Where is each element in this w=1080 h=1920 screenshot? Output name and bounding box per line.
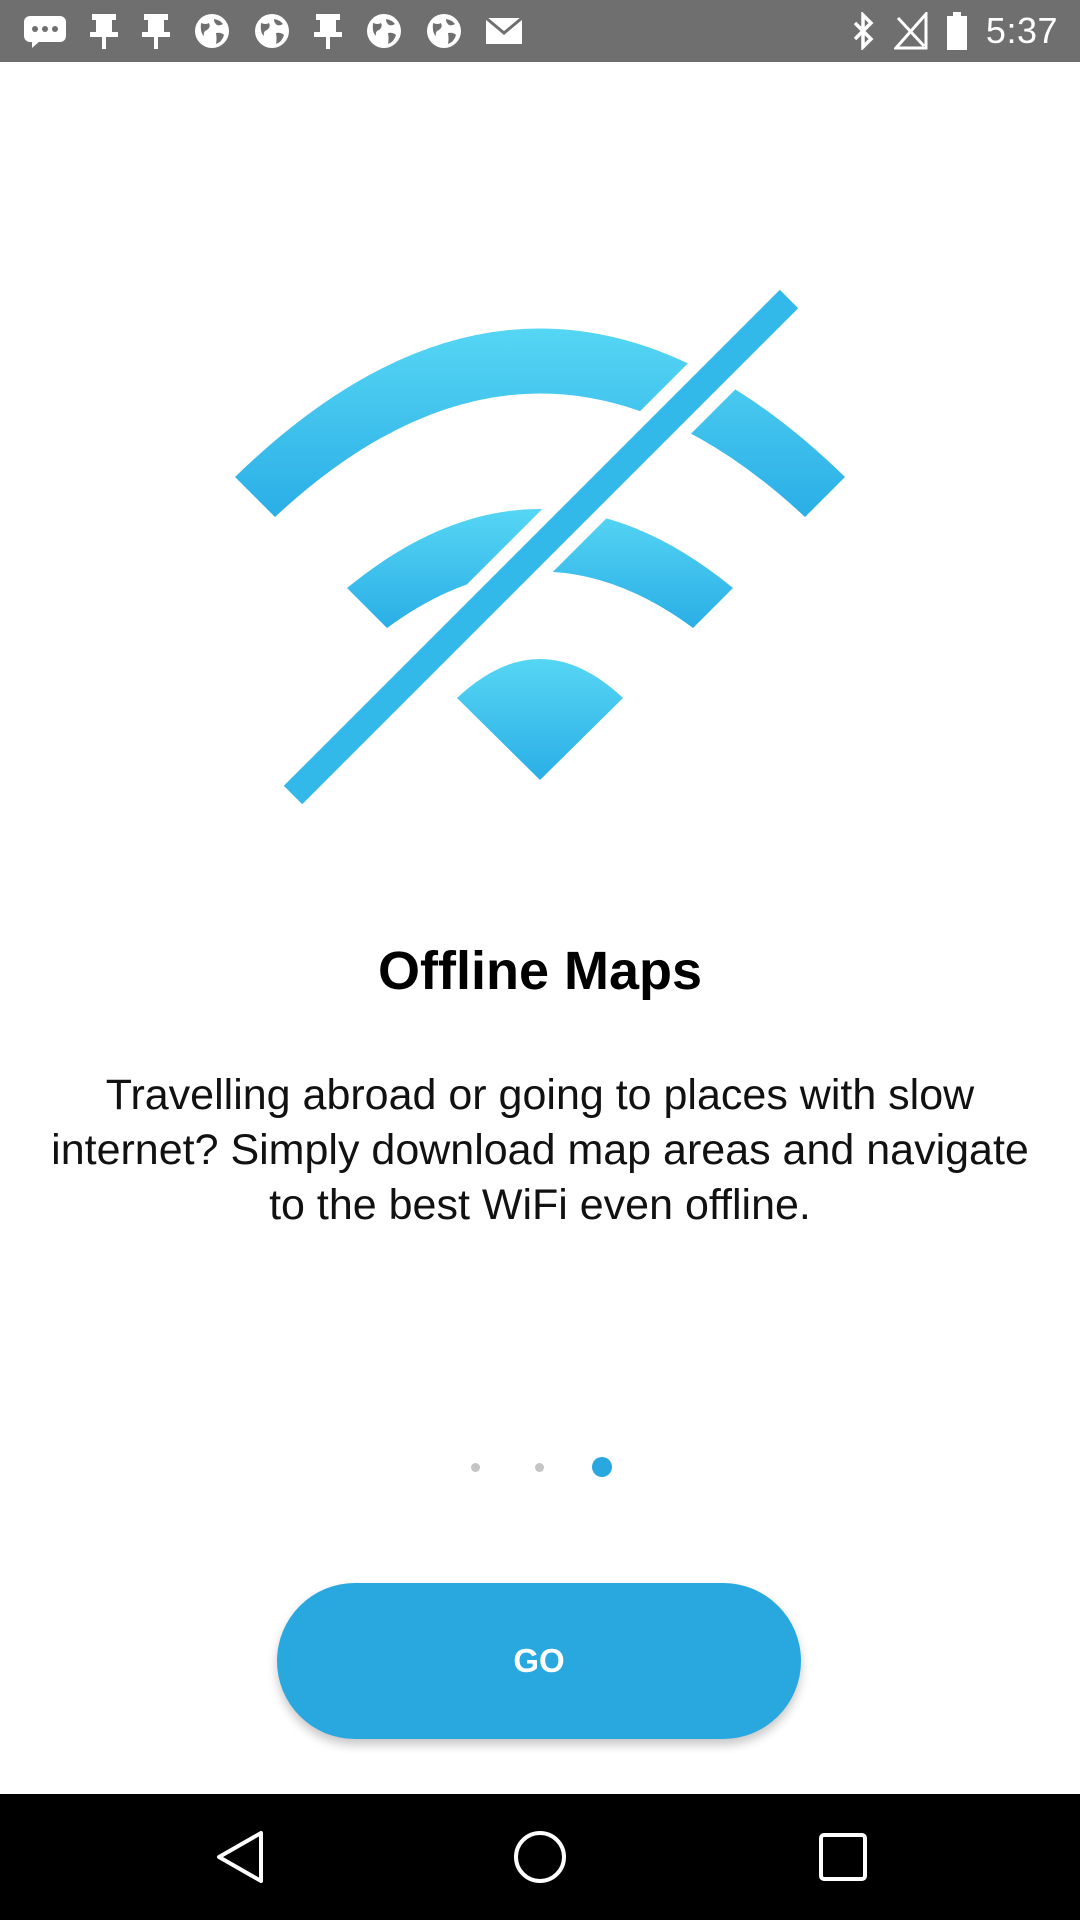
page-indicator [0,1452,1080,1482]
onboarding-screen: 5:37 Offline Maps Travelling abroad or g… [0,0,1080,1920]
mail-icon [485,16,523,44]
go-button[interactable]: GO [277,1583,801,1739]
page-title: Offline Maps [377,941,703,1001]
globe-icon [195,14,229,48]
globe-icon [367,14,401,48]
back-button[interactable] [205,1822,275,1892]
battery-icon [946,12,967,50]
navigation-bar [0,1794,1080,1920]
pin-icon [314,14,342,49]
back-icon [217,1831,263,1883]
chat-bubble-icon [24,16,66,48]
system-icons: 5:37 [852,10,1058,52]
page-dot-1[interactable] [471,1463,480,1472]
pin-icon [90,14,118,49]
status-bar: 5:37 [0,0,1080,62]
page-description: Travelling abroad or going to places wit… [51,1071,1029,1229]
recents-button[interactable] [808,1822,878,1892]
status-time: 5:37 [985,10,1058,51]
pin-icon [142,14,170,49]
notification-icons [22,10,524,52]
globe-icon [255,14,289,48]
signal-muted-icon [893,12,928,50]
globe-icon [427,14,461,48]
recents-icon [819,1833,867,1881]
home-button[interactable] [505,1822,575,1892]
home-icon [514,1831,566,1883]
bluetooth-icon [853,12,874,50]
page-dot-3-active[interactable] [592,1457,612,1477]
wifi-off-icon [235,290,845,810]
page-dot-2[interactable] [535,1463,544,1472]
